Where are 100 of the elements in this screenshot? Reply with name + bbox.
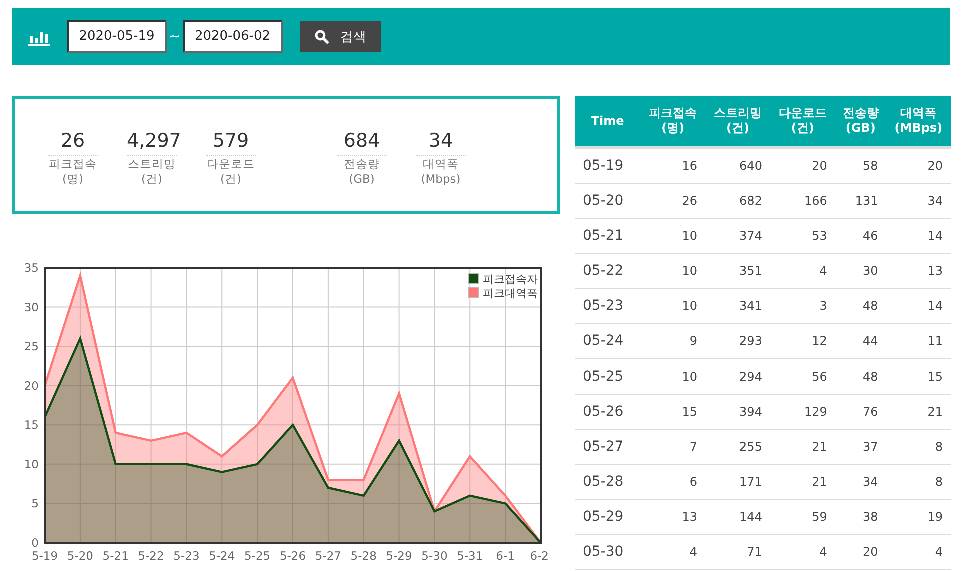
- x-tick-label: 5-19: [32, 549, 58, 563]
- table-cell: 3: [770, 288, 836, 324]
- table-cell: 4: [770, 534, 836, 570]
- table-cell: 20: [835, 534, 886, 570]
- x-tick-label: 5-30: [422, 549, 448, 563]
- search-icon: [314, 30, 329, 44]
- table-cell: 682: [706, 184, 770, 219]
- table-cell: 05-19: [575, 148, 641, 184]
- table-cell: 05-23: [575, 288, 641, 324]
- table-cell: 56: [770, 358, 836, 394]
- table-cell: 05-28: [575, 464, 641, 500]
- y-tick-label: 10: [24, 457, 39, 472]
- table-cell: 20: [770, 148, 836, 184]
- table-cell: 14: [886, 288, 951, 324]
- table-cell: 374: [706, 218, 770, 254]
- table-cell: 59: [770, 499, 836, 534]
- x-tick-label: 5-27: [315, 549, 342, 563]
- table-cell: 10: [640, 218, 706, 254]
- table-cell: 4: [886, 534, 951, 570]
- search-button[interactable]: 검색: [300, 21, 381, 52]
- table-cell: 34: [835, 464, 886, 500]
- table-cell: 05-29: [575, 499, 641, 534]
- stat-unit: (명): [62, 172, 84, 186]
- stat-unit: (건): [220, 172, 242, 186]
- table-cell: 05-20: [575, 184, 641, 219]
- table-cell: 30: [835, 254, 886, 289]
- table-cell: 4: [770, 254, 836, 289]
- table-cell: 640: [706, 148, 770, 184]
- table-cell: 38: [835, 499, 886, 534]
- x-tick-label: 5-29: [386, 549, 412, 563]
- table-cell: 144: [706, 499, 770, 534]
- x-tick-label: 5-31: [457, 549, 484, 563]
- stat-label: 피크접속: [49, 156, 97, 172]
- table-cell: 10: [640, 254, 706, 289]
- table-cell: 255: [706, 429, 770, 464]
- column-header: Time: [575, 96, 641, 148]
- table-cell: 21: [770, 429, 836, 464]
- column-header: 스트리밍 (건): [706, 96, 770, 148]
- stat-unit: (Mbps): [421, 172, 461, 186]
- table-cell: 129: [770, 394, 836, 430]
- x-tick-label: 5-26: [280, 549, 306, 563]
- y-tick-label: 30: [24, 300, 39, 314]
- stat-label: 다운로드: [207, 156, 255, 172]
- table-cell: 9: [640, 324, 706, 359]
- table-cell: 394: [706, 394, 770, 430]
- table-cell: 48: [835, 358, 886, 394]
- y-tick-label: 35: [24, 262, 39, 275]
- stat-value: 684: [337, 130, 387, 156]
- table-cell: 34: [886, 184, 951, 219]
- stat-value: 34: [416, 130, 466, 156]
- table-cell: 294: [706, 358, 770, 394]
- x-tick-label: 5-25: [244, 549, 271, 563]
- date-field[interactable]: 2020-06-02: [182, 20, 283, 53]
- table-cell: 293: [706, 324, 770, 359]
- table-cell: 15: [640, 394, 706, 430]
- stat-label: 스트리밍: [128, 156, 176, 172]
- y-tick-label: 15: [24, 418, 39, 432]
- table-cell: 341: [706, 288, 770, 324]
- stat-unit: (GB): [349, 172, 375, 186]
- table-cell: 6: [640, 464, 706, 500]
- y-tick-label: 20: [24, 378, 39, 393]
- table-cell: 48: [835, 288, 886, 324]
- table-cell: 20: [886, 148, 951, 184]
- table-cell: 8: [886, 464, 951, 500]
- table-cell: 131: [835, 184, 886, 219]
- table-cell: 19: [886, 499, 951, 534]
- legend-label: 피크접속자: [483, 273, 538, 286]
- table-cell: 21: [770, 464, 836, 500]
- table-cell: 16: [640, 148, 706, 184]
- x-tick-label: 5-22: [138, 549, 164, 563]
- table-cell: 13: [640, 499, 706, 534]
- table-cell: 166: [770, 184, 836, 219]
- table-cell: 171: [706, 464, 770, 500]
- stat-value: 26: [48, 130, 98, 156]
- table-cell: 53: [770, 218, 836, 254]
- table-cell: 71: [706, 534, 770, 570]
- column-header: 대역폭 (MBps): [886, 96, 951, 148]
- column-header: 피크접속 (명): [640, 96, 706, 148]
- range-separator: ~: [169, 28, 181, 44]
- table-cell: 05-26: [575, 394, 641, 430]
- table-cell: 26: [640, 184, 706, 219]
- stat-label: 대역폭: [423, 157, 459, 172]
- x-tick-label: 5-24: [209, 549, 236, 563]
- table-cell: 10: [640, 288, 706, 324]
- x-tick-label: 5-20: [67, 549, 94, 563]
- table-cell: 13: [886, 254, 951, 289]
- column-header: 다운로드 (건): [770, 96, 836, 148]
- table-cell: 05-30: [575, 534, 641, 570]
- column-header: 전송량 (GB): [835, 96, 886, 148]
- x-tick-label: 5-23: [174, 549, 200, 563]
- table-cell: 05-27: [575, 429, 641, 464]
- table-cell: 37: [835, 429, 886, 464]
- table-cell: 46: [835, 218, 886, 254]
- table-cell: 76: [835, 394, 886, 430]
- x-tick-label: 5-21: [102, 549, 129, 563]
- legend-label: 피크대역폭: [483, 287, 538, 300]
- y-tick-label: 5: [32, 496, 39, 511]
- stat-label: 전송량: [344, 157, 380, 172]
- date-field[interactable]: 2020-05-19: [67, 20, 167, 53]
- stat-value: 579: [206, 130, 256, 156]
